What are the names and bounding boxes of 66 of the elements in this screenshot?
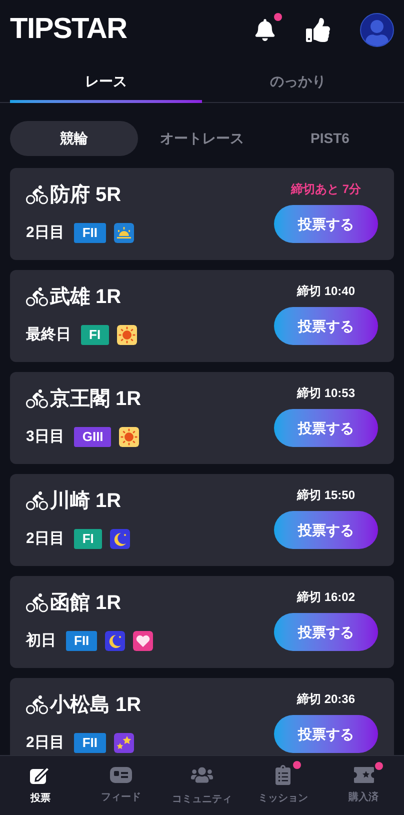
grade-badge: GIII — [74, 427, 112, 448]
clipboard-icon — [272, 765, 293, 785]
grade-badge: FII — [74, 733, 106, 754]
deadline: 締切 16:02 — [296, 589, 356, 606]
moon-icon — [105, 631, 126, 652]
segment-tab[interactable]: オートレース — [138, 121, 266, 156]
nav-item[interactable]: フィード — [80, 756, 162, 815]
bicycle-icon — [26, 388, 48, 410]
race-title: 函館 1R — [50, 591, 122, 616]
logo: TIPSTAR — [10, 12, 127, 48]
deadline: 締切あと 7分 — [290, 181, 361, 198]
nav-item[interactable]: コミュニティ — [162, 756, 242, 815]
race-day: 最終日 — [26, 324, 71, 346]
sun-icon — [116, 325, 137, 346]
vote-button[interactable]: 投票する — [274, 715, 378, 753]
race-card[interactable]: 函館 1R 初日 FII 締切 16:02 投票する — [10, 576, 394, 668]
sunrise-icon — [114, 223, 134, 244]
edit-icon — [29, 765, 52, 785]
race-day: 3日目 — [26, 426, 64, 448]
bicycle-icon — [26, 286, 48, 308]
moon-icon — [110, 529, 130, 550]
bicycle-icon — [26, 592, 48, 614]
deadline: 締切 10:40 — [296, 283, 356, 300]
feed-icon — [110, 766, 132, 784]
nav-item[interactable]: ミッション — [242, 756, 324, 815]
stars-icon — [114, 733, 134, 754]
tab[interactable]: レース — [10, 60, 202, 102]
bicycle-icon — [26, 490, 48, 512]
vote-button[interactable]: 投票する — [274, 307, 378, 345]
race-card[interactable]: 京王閣 1R 3日目 GIII 締切 10:53 投票する — [10, 372, 394, 464]
grade-badge: FII — [74, 223, 106, 244]
thumbs-up-icon[interactable] — [306, 18, 330, 42]
notification-button[interactable] — [254, 19, 276, 41]
vote-button[interactable]: 投票する — [274, 409, 378, 447]
bicycle-icon — [26, 694, 48, 716]
race-title: 京王閣 1R — [50, 386, 142, 412]
segment-tab[interactable]: 競輪 — [10, 121, 138, 156]
nav-item[interactable]: 投票 — [0, 756, 81, 815]
avatar[interactable] — [360, 13, 394, 47]
deadline: 締切 20:36 — [296, 691, 356, 708]
race-card[interactable]: 武雄 1R 最終日 FI 締切 10:40 投票する — [10, 270, 394, 362]
race-card[interactable]: 川崎 1R 2日目 FI 締切 15:50 投票する — [10, 474, 394, 566]
tab[interactable]: のっかり — [202, 60, 394, 102]
race-day: 2日目 — [26, 222, 64, 244]
nav-item[interactable]: 購入済 — [323, 756, 404, 815]
race-day: 初日 — [26, 630, 56, 652]
deadline: 締切 15:50 — [296, 487, 356, 504]
vote-button[interactable]: 投票する — [274, 613, 378, 651]
race-title: 小松島 1R — [50, 693, 142, 718]
grade-badge: FI — [74, 529, 102, 550]
race-title: 川崎 1R — [50, 489, 122, 514]
grade-badge: FII — [66, 631, 98, 652]
race-title: 武雄 1R — [50, 285, 122, 310]
race-title: 防府 5R — [50, 182, 122, 208]
sun-icon — [119, 427, 140, 448]
race-card[interactable]: 小松島 1R 2日目 FII 締切 20:36 投票する — [10, 678, 394, 755]
vote-button[interactable]: 投票する — [274, 511, 378, 549]
grade-badge: FI — [81, 325, 109, 346]
race-day: 2日目 — [26, 528, 64, 550]
segment-tab[interactable]: PIST6 — [266, 121, 394, 156]
race-day: 2日目 — [26, 732, 64, 754]
vote-button[interactable]: 投票する — [274, 205, 378, 243]
bicycle-icon — [26, 184, 48, 206]
race-card[interactable]: 防府 5R 2日目 FII 締切あと 7分 投票する — [10, 168, 394, 260]
ticket-icon — [352, 766, 375, 784]
deadline: 締切 10:53 — [296, 385, 356, 402]
